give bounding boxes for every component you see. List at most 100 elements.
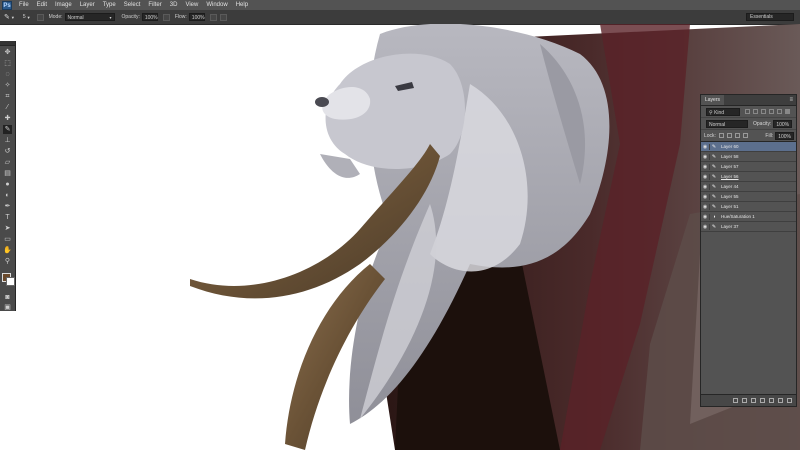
eyedropper-tool-icon[interactable]: ⁄ (3, 103, 12, 112)
new-adjustment-icon[interactable] (760, 398, 765, 403)
lock-fill-row: Lock: Fill: 100% (701, 130, 796, 142)
marquee-tool-icon[interactable]: ⬚ (3, 59, 12, 68)
brush-size-picker[interactable]: 5 ▼ (23, 14, 31, 20)
background-color-swatch[interactable] (6, 277, 15, 286)
lasso-tool-icon[interactable]: ◌ (3, 70, 12, 79)
layer-name: Layer 51 (721, 204, 739, 209)
panel-menu-icon[interactable]: ≡ (789, 97, 793, 103)
document-canvas[interactable] (0, 23, 800, 450)
layer-row[interactable]: ◉ ✎ Layer 37 (701, 222, 796, 232)
menu-layer[interactable]: Layer (76, 2, 99, 8)
layers-tabbar: Layers ≡ (701, 95, 796, 106)
lock-pixels-icon[interactable] (726, 133, 732, 138)
layer-row[interactable]: ◉ ✎ Layer 51 (701, 202, 796, 212)
flow-field[interactable]: 100% (188, 13, 205, 21)
pen-tool-icon[interactable]: ✒ (3, 202, 12, 211)
layer-row[interactable]: ◉ ✎ Layer 60 (701, 142, 796, 152)
size-pressure-icon[interactable] (219, 13, 227, 21)
chevron-down-icon: ▾ (109, 15, 112, 20)
shape-tool-icon[interactable]: ▭ (3, 235, 12, 244)
visibility-eye-icon[interactable]: ◉ (701, 163, 710, 170)
layer-style-icon[interactable] (742, 398, 747, 403)
panel-grip[interactable] (0, 41, 15, 46)
layers-panel: Layers ≡ ⚲ Kind Normal Opacity: 100% Loc… (700, 94, 797, 407)
filter-shape-icon[interactable] (769, 109, 774, 114)
mode-select[interactable]: Normal ▾ (64, 13, 115, 21)
menu-file[interactable]: File (15, 2, 33, 8)
crop-tool-icon[interactable]: ⌗ (3, 92, 12, 101)
history-brush-tool-icon[interactable]: ↺ (3, 147, 12, 156)
mode-label: Mode: (48, 14, 63, 20)
menu-type[interactable]: Type (99, 2, 120, 8)
menu-window[interactable]: Window (202, 2, 231, 8)
opacity-pressure-icon[interactable] (162, 13, 170, 21)
tools-panel: ✥ ⬚ ◌ ✧ ⌗ ⁄ ✚ ✎ ⊥ ↺ ▱ ▤ ● ◐ ✒ T ➤ ▭ ✋ ⚲ … (0, 41, 16, 311)
hand-tool-icon[interactable]: ✋ (3, 246, 12, 255)
layer-name: Hue/Saturation 1 (721, 214, 755, 219)
lock-transparency-icon[interactable] (718, 133, 724, 138)
lock-all-icon[interactable] (742, 133, 748, 138)
filter-adjustment-icon[interactable] (753, 109, 758, 114)
trash-icon[interactable] (787, 398, 792, 403)
dodge-tool-icon[interactable]: ◐ (3, 191, 12, 200)
clone-stamp-tool-icon[interactable]: ⊥ (3, 136, 12, 145)
blur-tool-icon[interactable]: ● (3, 180, 12, 189)
layer-opacity-field[interactable]: 100% (773, 119, 793, 128)
quick-mask-icon[interactable]: ◙ (3, 293, 12, 302)
layer-thumbnail-icon: ✎ (711, 193, 717, 200)
screen-mode-icon[interactable]: ▣ (3, 303, 12, 312)
brush-panel-toggle-icon[interactable] (36, 13, 44, 21)
eraser-tool-icon[interactable]: ▱ (3, 158, 12, 167)
menu-3d[interactable]: 3D (166, 2, 182, 8)
layer-row[interactable]: ◉ ✎ Layer 55 (701, 192, 796, 202)
fill-field[interactable]: 100% (775, 131, 794, 140)
tab-layers[interactable]: Layers (701, 95, 725, 105)
lock-position-icon[interactable] (734, 133, 740, 138)
visibility-eye-icon[interactable]: ◉ (701, 203, 710, 210)
visibility-eye-icon[interactable]: ◉ (701, 173, 710, 180)
visibility-eye-icon[interactable]: ◉ (701, 193, 710, 200)
filter-pixel-icon[interactable] (745, 109, 750, 114)
filter-type-icon[interactable] (761, 109, 766, 114)
layer-row[interactable]: ◉ ✎ Layer 44 (701, 182, 796, 192)
menu-image[interactable]: Image (51, 2, 76, 8)
layer-name: Layer 58 (721, 154, 739, 159)
layer-row[interactable]: ◉ ✎ Layer 57 (701, 162, 796, 172)
layer-name: Layer 56 (721, 174, 739, 179)
link-layers-icon[interactable] (733, 398, 738, 403)
quick-select-tool-icon[interactable]: ✧ (3, 81, 12, 90)
layer-row[interactable]: ◉ ✎ Layer 58 (701, 152, 796, 162)
kind-filter-select[interactable]: ⚲ Kind (706, 107, 740, 116)
menu-filter[interactable]: Filter (144, 2, 165, 8)
airbrush-icon[interactable] (209, 13, 217, 21)
filter-toggle-icon[interactable] (785, 109, 790, 114)
layer-row[interactable]: ◉ ✎ Layer 56 (701, 172, 796, 182)
menu-select[interactable]: Select (120, 2, 145, 8)
new-layer-icon[interactable] (778, 398, 783, 403)
visibility-eye-icon[interactable]: ◉ (701, 223, 710, 230)
gradient-tool-icon[interactable]: ▤ (3, 169, 12, 178)
layer-row[interactable]: ◉ ◑ Hue/Saturation 1 (701, 212, 796, 222)
flow-label: Flow: (174, 14, 187, 20)
healing-brush-tool-icon[interactable]: ✚ (3, 114, 12, 123)
menu-help[interactable]: Help (232, 2, 252, 8)
visibility-eye-icon[interactable]: ◉ (701, 143, 710, 150)
tool-preset-picker[interactable]: ✎ ▼ (4, 13, 15, 21)
zoom-tool-icon[interactable]: ⚲ (3, 257, 12, 266)
filter-smart-object-icon[interactable] (777, 109, 782, 114)
menu-edit[interactable]: Edit (33, 2, 51, 8)
new-group-icon[interactable] (769, 398, 774, 403)
type-tool-icon[interactable]: T (3, 213, 12, 222)
visibility-eye-icon[interactable]: ◉ (701, 183, 710, 190)
blend-mode-select[interactable]: Normal (706, 119, 748, 128)
visibility-eye-icon[interactable]: ◉ (701, 213, 710, 220)
brush-tool-icon[interactable]: ✎ (3, 125, 12, 134)
workspace-switcher[interactable]: Essentials (746, 13, 794, 21)
brush-icon: ✎ (4, 14, 10, 21)
add-mask-icon[interactable] (751, 398, 756, 403)
path-select-tool-icon[interactable]: ➤ (3, 224, 12, 233)
move-tool-icon[interactable]: ✥ (3, 48, 12, 57)
opacity-field[interactable]: 100% (141, 13, 158, 21)
visibility-eye-icon[interactable]: ◉ (701, 153, 710, 160)
menu-view[interactable]: View (181, 2, 202, 8)
